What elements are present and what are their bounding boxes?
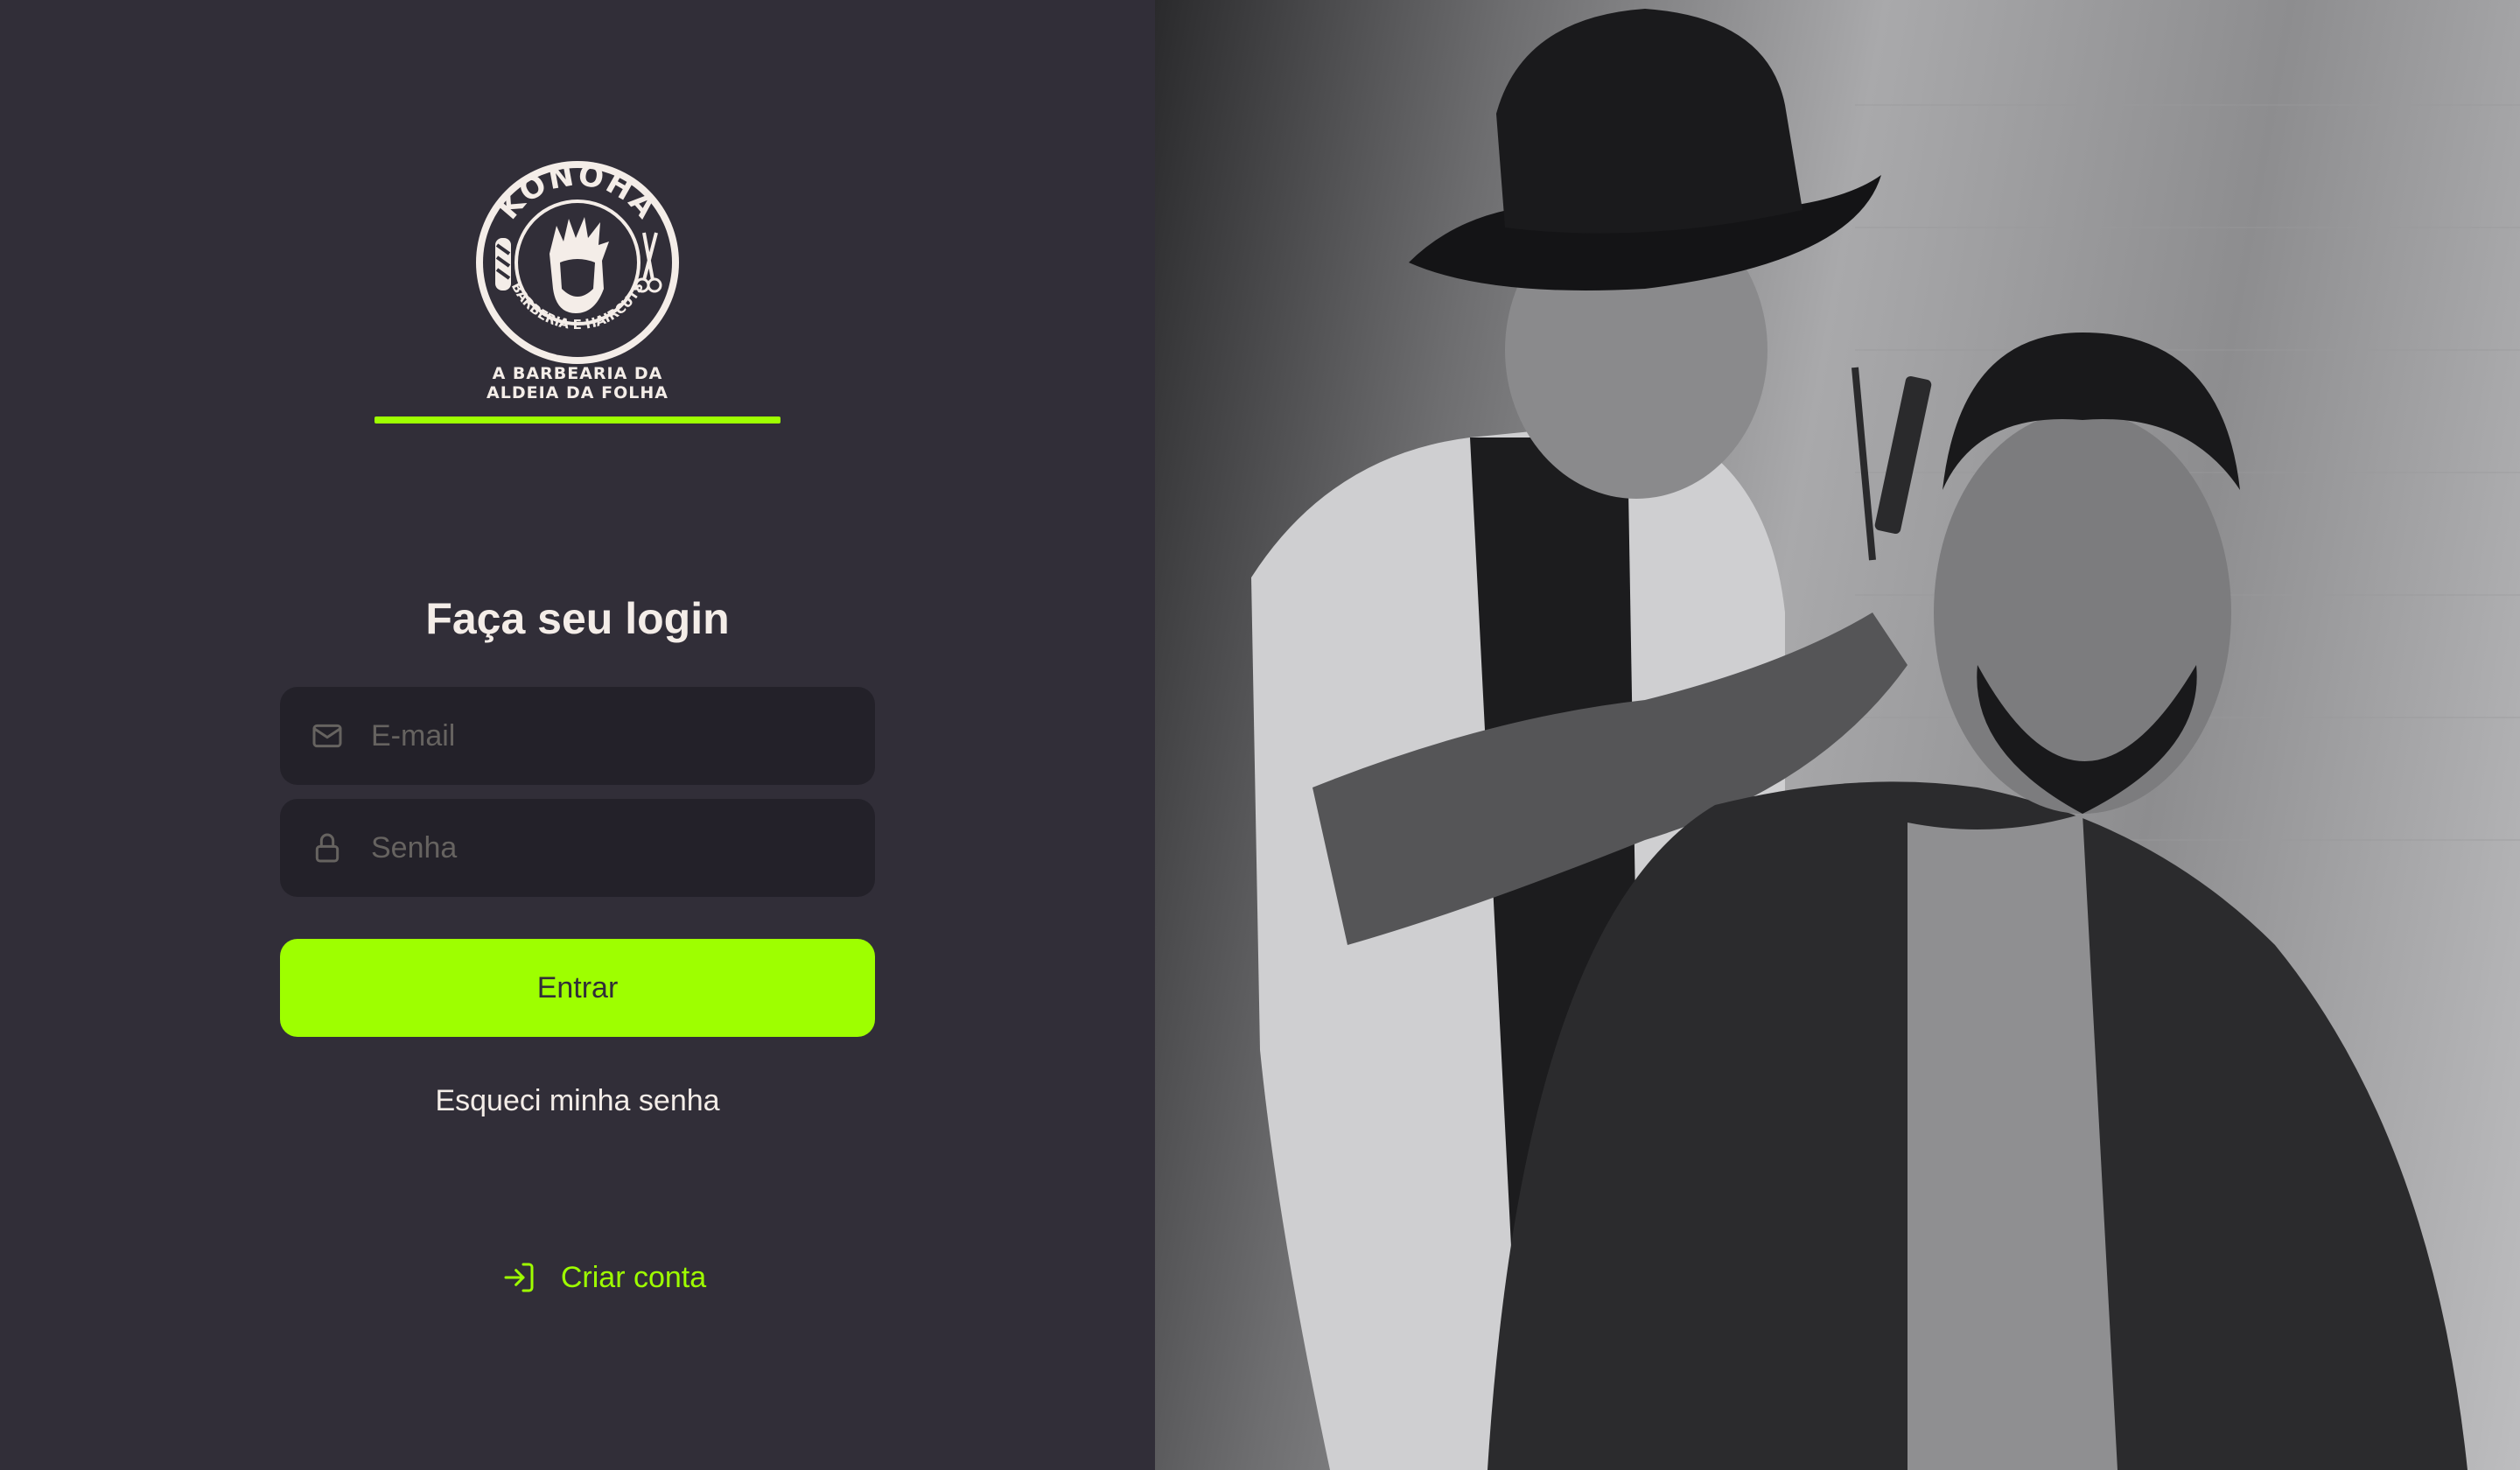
barber-photo-image (1251, 9, 2520, 1470)
password-input[interactable] (371, 799, 875, 897)
barbershop-badge-logo: KONOHA BARBERIA E HAIRCUTS (476, 158, 679, 364)
brand-logo: KONOHA BARBERIA E HAIRCUTS A BARBEARIA D… (374, 158, 780, 429)
create-account-link[interactable]: Criar conta (472, 1255, 735, 1300)
login-submit-button[interactable]: Entrar (280, 939, 875, 1037)
mail-icon (312, 724, 342, 748)
password-field[interactable] (280, 799, 875, 897)
tagline-line-2: ALDEIA DA FOLHA (486, 383, 668, 402)
lock-icon (315, 833, 340, 863)
create-account-label: Criar conta (560, 1260, 707, 1294)
tagline-line-1: A BARBEARIA DA (492, 364, 663, 383)
forgot-password-link[interactable]: Esqueci minha senha (280, 1080, 875, 1122)
login-panel: KONOHA BARBERIA E HAIRCUTS A BARBEARIA D… (0, 0, 1155, 1470)
log-in-icon (504, 1263, 534, 1292)
hero-image (1155, 0, 2520, 1470)
login-title: Faça seu login (425, 594, 730, 643)
brand-underline (374, 416, 780, 424)
email-field[interactable] (280, 687, 875, 785)
email-input[interactable] (371, 687, 875, 785)
brand-tagline: A BARBEARIA DA ALDEIA DA FOLHA (374, 364, 780, 402)
